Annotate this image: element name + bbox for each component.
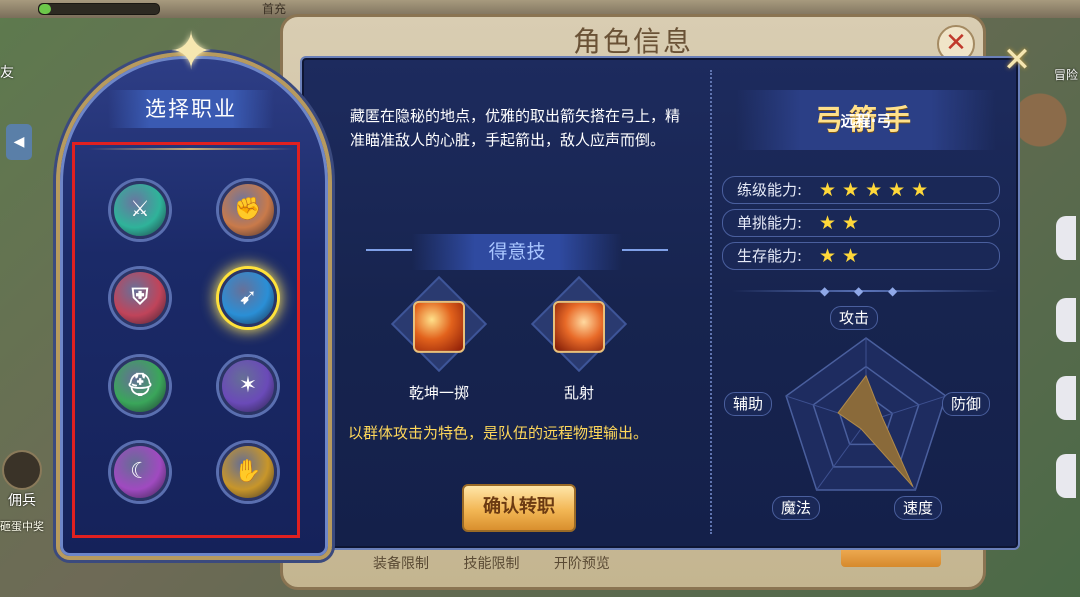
adventure-button[interactable]: 冒险 — [1054, 66, 1078, 83]
class-change-panel: 藏匿在隐秘的地点，优雅的取出箭矢搭在弓上，精准瞄准敌人的心脏，手起箭出，敌人应声… — [300, 56, 1020, 550]
ability-radar-chart: 攻击 防御 速度 魔法 辅助 — [724, 304, 1002, 548]
tab-stage-preview[interactable]: 开阶预览 — [554, 556, 610, 572]
right-side-hud: 冒险 — [1020, 40, 1080, 560]
sword-emblem-icon[interactable]: ⚔ — [111, 181, 169, 239]
stat-row-solo: 单挑能力: ★★ — [722, 209, 1000, 237]
stat-label: 练级能力: — [737, 181, 803, 199]
helmet-emblem-icon[interactable]: ⛑ — [111, 357, 169, 415]
skills-header-label: 得意技 — [488, 241, 546, 263]
side-button[interactable] — [1056, 216, 1076, 260]
friend-button[interactable]: 友 — [0, 62, 14, 82]
collapse-arrow-icon[interactable]: ◀ — [6, 124, 32, 160]
class-icon-grid: ⚔ ✊ ⛨ ➹ ⛑ ✶ ☾ ✋ — [72, 142, 300, 538]
star-rating-icon: ★★ — [819, 212, 866, 234]
tab-skill-limit[interactable]: 技能限制 — [463, 556, 519, 572]
class-feature-text: 以群体攻击为特色，是队伍的远程物理输出。 — [348, 424, 649, 442]
skill-frame — [390, 275, 488, 373]
panel-divider — [710, 70, 712, 534]
stat-row-leveling: 练级能力: ★★★★★ — [722, 176, 1000, 204]
stat-label: 生存能力: — [737, 247, 803, 265]
star-ornament-icon: ✦ — [169, 22, 213, 82]
arrow-rain-icon[interactable] — [553, 300, 605, 353]
class-description: 藏匿在隐秘的地点，优雅的取出箭矢搭在弓上，精准瞄准敌人的心脏，手起箭出，敌人应声… — [350, 107, 681, 149]
shield-emblem-icon[interactable]: ⛨ — [111, 269, 169, 327]
diamond-deco-icon: ◆ — [888, 284, 898, 298]
skill-name: 乱射 — [563, 384, 594, 402]
role-info-tabs: 装备限制 技能限制 开阶预览 — [373, 553, 640, 573]
class-type: 远程·弓 — [840, 112, 892, 130]
header-wing-left — [366, 249, 412, 251]
tab-equipment-limit[interactable]: 装备限制 — [373, 556, 429, 572]
class-select-title: 选择职业 — [108, 90, 274, 128]
diamond-deco-icon: ◆ — [854, 284, 864, 298]
diamond-deco-icon: ◆ — [820, 284, 830, 298]
skills-header: 得意技 — [366, 234, 668, 270]
radar-label-attack: 攻击 — [830, 306, 879, 330]
skill-slot[interactable]: 乱射 — [530, 275, 628, 403]
mercenary-button[interactable]: 佣兵 — [0, 450, 44, 509]
radar-label-support: 辅助 — [724, 392, 773, 416]
fire-slash-icon[interactable] — [413, 300, 465, 353]
mercenary-icon — [2, 450, 42, 490]
class-select-panel: ✦ 选择职业 ⚔ ✊ ⛨ ➹ ⛑ ✶ ☾ ✋ — [48, 22, 334, 560]
radar-label-defense: 防御 — [942, 392, 991, 416]
egg-event-label[interactable]: 砸蛋中奖 — [0, 518, 44, 534]
skill-frame — [530, 275, 628, 373]
radar-label-speed: 速度 — [894, 496, 943, 520]
left-side-hud: 友 ◀ 佣兵 砸蛋中奖 — [0, 40, 48, 540]
first-recharge-label[interactable]: 首充 — [262, 0, 286, 17]
bow-emblem-icon[interactable]: ➹ — [219, 269, 277, 327]
header-wing-right — [622, 249, 668, 251]
hp-bar — [38, 3, 160, 15]
stat-row-survival: 生存能力: ★★ — [722, 242, 1000, 270]
radar-label-magic: 魔法 — [772, 496, 821, 520]
side-button[interactable] — [1056, 376, 1076, 420]
confirm-class-change-button[interactable]: 确认转职 — [462, 484, 576, 532]
skill-slot[interactable]: 乾坤一掷 — [390, 275, 488, 403]
mercenary-label: 佣兵 — [8, 493, 36, 509]
star-rating-icon: ★★★★★ — [819, 179, 935, 201]
side-button[interactable] — [1056, 298, 1076, 342]
section-separator — [732, 290, 998, 292]
stat-label: 单挑能力: — [737, 214, 803, 232]
star-rating-icon: ★★ — [819, 245, 866, 267]
moon-emblem-icon[interactable]: ☾ — [111, 443, 169, 501]
panel-close-icon[interactable]: ✕ — [1000, 43, 1034, 78]
flame-emblem-icon[interactable]: ✶ — [219, 357, 277, 415]
skill-name: 乾坤一掷 — [408, 384, 469, 402]
fist-emblem-icon[interactable]: ✊ — [219, 181, 277, 239]
palm-emblem-icon[interactable]: ✋ — [219, 443, 277, 501]
side-button[interactable] — [1056, 454, 1076, 498]
